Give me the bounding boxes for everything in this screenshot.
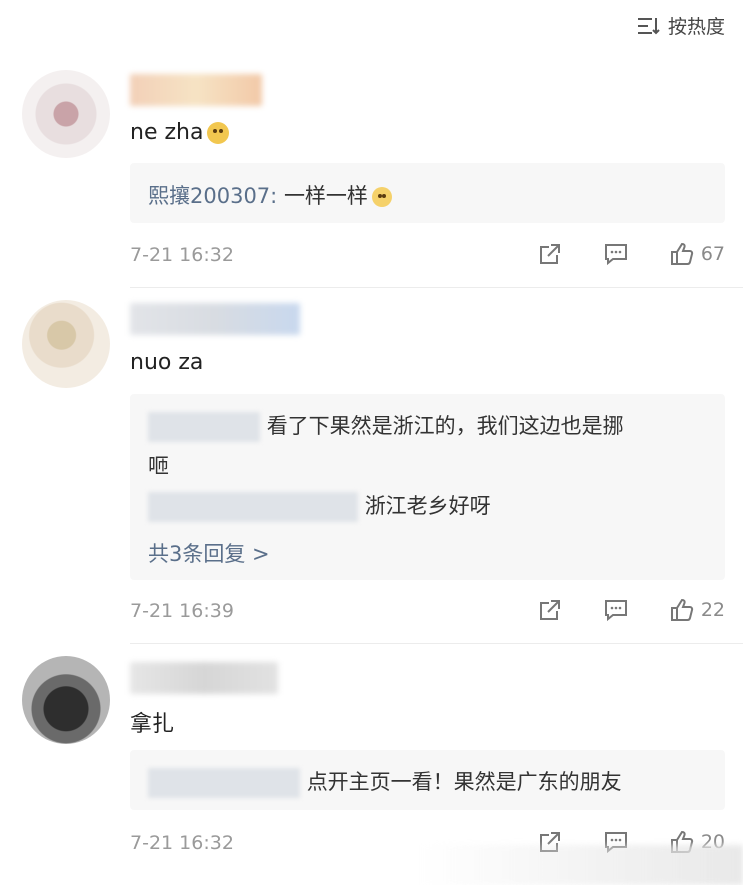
laughing-emoji-icon	[371, 187, 392, 207]
like-button[interactable]: 67	[669, 241, 725, 267]
share-icon[interactable]	[537, 597, 563, 623]
reply-author-blurred[interactable]	[148, 412, 260, 442]
reply-line: 熙攘200307: 一样一样	[148, 180, 392, 210]
reply-text: 浙江老乡好呀	[364, 494, 491, 518]
reply-line: 看了下果然是浙江的，我们这边也是挪	[148, 410, 624, 442]
like-icon	[670, 598, 693, 621]
reply-author-blurred[interactable]	[148, 492, 358, 522]
sort-icon	[637, 17, 660, 34]
comment-icon[interactable]	[603, 241, 629, 267]
more-replies-link[interactable]: 共3条回复 >	[148, 538, 270, 568]
reply-line-continued: 咂	[148, 454, 169, 478]
divider	[130, 287, 743, 288]
reply-box[interactable]: 熙攘200307: 一样一样	[130, 163, 725, 223]
timestamp: 7-21 16:32	[130, 244, 234, 266]
like-count: 22	[700, 599, 725, 621]
reply-text: 看了下果然是浙江的，我们这边也是挪	[266, 414, 624, 438]
reply-box[interactable]: 看了下果然是浙江的，我们这边也是挪 咂 浙江老乡好呀 共3条回复 >	[130, 394, 725, 580]
divider	[130, 643, 743, 644]
comment-icon[interactable]	[603, 597, 629, 623]
dog-emoji-icon	[207, 122, 230, 144]
like-icon	[670, 242, 693, 265]
reply-author-blurred[interactable]	[148, 768, 300, 798]
reply-line: 浙江老乡好呀	[148, 490, 491, 522]
watermark-blurred	[420, 845, 743, 885]
like-count: 67	[700, 243, 725, 265]
comment-actions: 22	[537, 597, 725, 623]
avatar[interactable]	[22, 656, 110, 744]
comment-actions: 67	[537, 241, 725, 267]
reply-text: 一样一样	[283, 184, 368, 208]
comment-text: nuo za	[130, 350, 204, 375]
reply-author[interactable]: 熙攘200307	[148, 184, 270, 208]
username-blurred[interactable]	[130, 74, 262, 106]
reply-text: 点开主页一看！果然是广东的朋友	[306, 770, 622, 794]
share-icon[interactable]	[537, 241, 563, 267]
username-blurred[interactable]	[130, 303, 300, 335]
comment-text: 拿扎	[130, 712, 175, 737]
avatar[interactable]	[22, 70, 110, 158]
comment-text: ne zha	[130, 120, 230, 145]
username-blurred[interactable]	[130, 662, 278, 694]
sort-by-hot-button[interactable]: 按热度	[636, 12, 725, 39]
timestamp: 7-21 16:39	[130, 600, 234, 622]
reply-box[interactable]: 点开主页一看！果然是广东的朋友	[130, 750, 725, 810]
like-button[interactable]: 22	[669, 597, 725, 623]
sort-label: 按热度	[667, 16, 725, 38]
timestamp: 7-21 16:32	[130, 832, 234, 854]
avatar[interactable]	[22, 300, 110, 388]
reply-line: 点开主页一看！果然是广东的朋友	[148, 766, 622, 798]
